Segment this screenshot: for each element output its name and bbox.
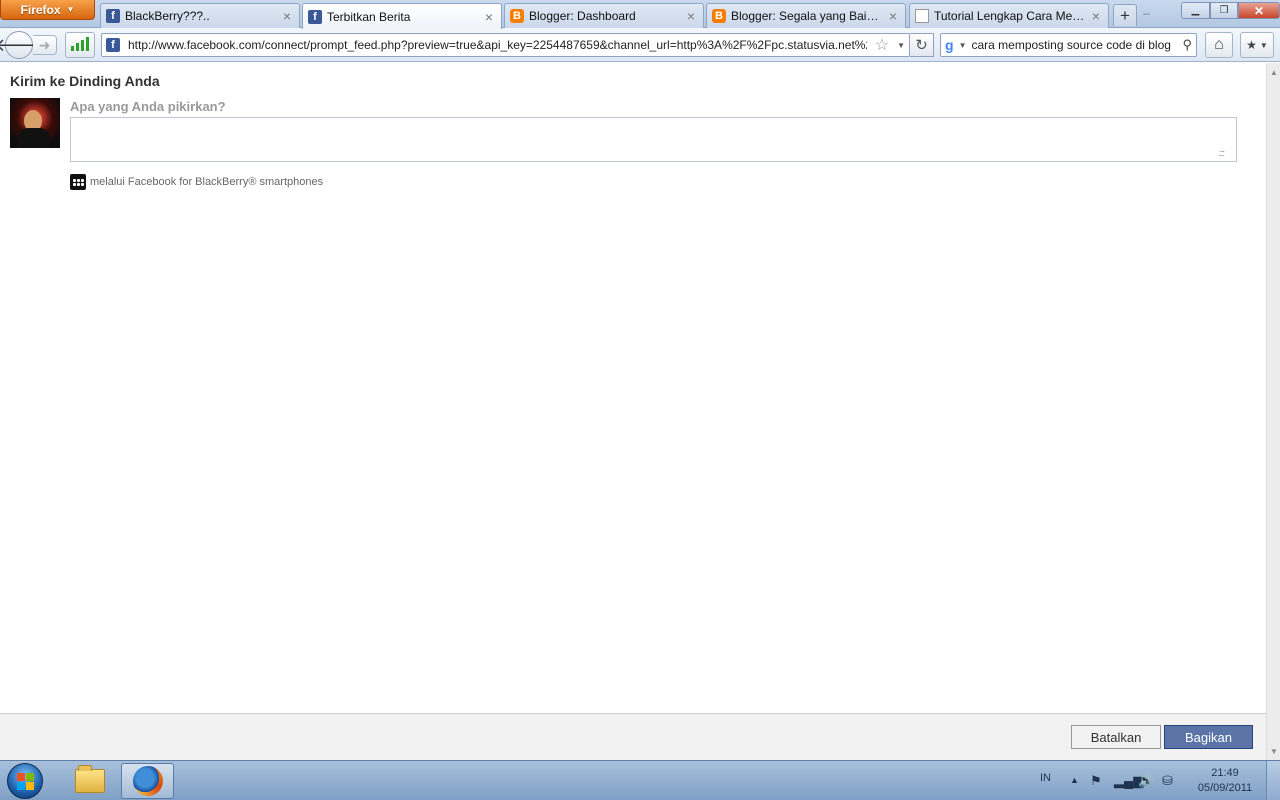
page-icon: [915, 9, 929, 23]
tab-label: Terbitkan Berita: [327, 9, 411, 24]
signal-bar-icon: [86, 37, 89, 51]
close-icon[interactable]: ×: [281, 8, 293, 24]
facebook-icon: f: [106, 38, 120, 52]
blackberry-icon: [70, 174, 86, 190]
tab-label: Blogger: Dashboard: [529, 9, 636, 23]
facebook-icon: f: [106, 9, 120, 23]
taskbar-firefox-button[interactable]: [121, 763, 174, 799]
usb-device-icon[interactable]: ⛁: [1162, 773, 1173, 789]
navigation-toolbar: 🡐 ➜ f http://www.facebook.com/connect/pr…: [0, 28, 1280, 62]
bookmarks-icon: ★: [1246, 38, 1257, 52]
status-textarea[interactable]: [70, 117, 1237, 162]
taskbar-explorer-button[interactable]: [63, 763, 116, 799]
tab-terbitkan-berita[interactable]: f Terbitkan Berita ×: [302, 3, 502, 29]
blogger-icon: B: [510, 9, 524, 23]
arrow-right-icon: ➜: [38, 36, 51, 53]
windows-logo-icon: [7, 763, 43, 799]
minimize-button[interactable]: ▁: [1181, 2, 1210, 19]
signal-bar-icon: [71, 46, 74, 51]
signal-bar-icon: [76, 43, 79, 51]
close-icon[interactable]: ×: [887, 8, 899, 24]
chevron-down-icon: ▼: [66, 5, 75, 14]
tab-list-button[interactable]: –: [1143, 6, 1150, 20]
reload-icon: ↻: [915, 37, 928, 54]
start-button[interactable]: [3, 761, 47, 800]
via-text: melalui Facebook for BlackBerry® smartph…: [90, 176, 324, 188]
close-icon[interactable]: ×: [483, 9, 495, 25]
clock[interactable]: 21:49 05/09/2011: [1190, 766, 1260, 796]
facebook-icon: f: [308, 9, 322, 24]
show-desktop-button[interactable]: [1266, 761, 1280, 800]
url-bar[interactable]: f http://www.facebook.com/connect/prompt…: [101, 33, 910, 57]
cancel-button[interactable]: Batalkan: [1071, 725, 1161, 749]
plus-icon: +: [1120, 5, 1130, 25]
tab-tutorial-lengkap[interactable]: Tutorial Lengkap Cara Mem... ×: [909, 3, 1109, 28]
signal-addon-button[interactable]: [65, 32, 95, 58]
close-window-button[interactable]: ✕: [1238, 2, 1280, 19]
firefox-icon: [132, 766, 163, 796]
dash-icon: –: [1143, 6, 1150, 20]
tab-label: Blogger: Segala yang Baik d...: [731, 9, 882, 23]
scroll-down-icon[interactable]: ▼: [1267, 744, 1280, 758]
home-icon: ⌂: [1214, 36, 1224, 53]
url-text[interactable]: http://www.facebook.com/connect/prompt_f…: [128, 38, 867, 52]
reload-button[interactable]: ↻: [910, 33, 934, 57]
clock-date: 05/09/2011: [1197, 782, 1253, 794]
firefox-menu-button[interactable]: Firefox ▼: [0, 0, 95, 20]
tab-blackberry[interactable]: f BlackBerry???.. ×: [100, 3, 300, 28]
close-icon: ✕: [1253, 3, 1265, 18]
google-icon[interactable]: g: [945, 37, 954, 53]
share-button[interactable]: Bagikan: [1164, 725, 1253, 749]
language-indicator[interactable]: IN: [1040, 772, 1051, 784]
tab-blogger-dashboard[interactable]: B Blogger: Dashboard ×: [504, 3, 704, 28]
minimize-icon: ▁: [1191, 5, 1200, 16]
volume-icon[interactable]: 🔊: [1138, 773, 1154, 789]
tab-blogger-segala[interactable]: B Blogger: Segala yang Baik d... ×: [706, 3, 906, 28]
home-button[interactable]: ⌂: [1205, 32, 1233, 58]
chevron-down-icon[interactable]: ▼: [897, 41, 905, 50]
back-button[interactable]: 🡐: [0, 31, 43, 59]
tab-label: Tutorial Lengkap Cara Mem...: [934, 9, 1085, 23]
bookmarks-button[interactable]: ★ ▼: [1240, 32, 1274, 58]
tab-strip: Firefox ▼ f BlackBerry???.. × f Terbitka…: [0, 0, 1280, 29]
page-content: Kirim ke Dinding Anda Apa yang Anda piki…: [0, 63, 1266, 760]
action-center-icon[interactable]: ⚑: [1090, 773, 1102, 789]
page-title: Kirim ke Dinding Anda: [10, 73, 160, 89]
vertical-scrollbar[interactable]: ▲ ▼: [1266, 63, 1280, 760]
firefox-menu-label: Firefox: [20, 2, 61, 17]
show-hidden-icons-icon[interactable]: ▲: [1070, 775, 1079, 785]
via-attribution: melalui Facebook for BlackBerry® smartph…: [70, 174, 323, 190]
taskbar: IN ▲ ⚑ ▂▄▆ 🔊 ⛁ 21:49 05/09/2011: [0, 760, 1280, 800]
resize-grip-icon[interactable]: .:::: [1218, 148, 1225, 158]
restore-button[interactable]: ❐: [1210, 2, 1238, 19]
chevron-down-icon[interactable]: ▼: [959, 41, 967, 50]
signal-bar-icon: [81, 40, 84, 51]
blogger-icon: B: [712, 9, 726, 23]
restore-icon: ❐: [1219, 5, 1229, 16]
search-icon[interactable]: ⚲: [1182, 37, 1192, 53]
clock-time: 21:49: [1211, 767, 1239, 779]
search-bar[interactable]: g ▼ ⚲: [940, 33, 1197, 57]
folder-icon: [74, 765, 105, 793]
status-prompt-label: Apa yang Anda pikirkan?: [70, 99, 226, 114]
dialog-footer: Batalkan Bagikan: [0, 713, 1266, 760]
avatar: [10, 98, 60, 148]
chevron-down-icon: ▼: [1259, 40, 1268, 50]
bookmark-star-icon[interactable]: ☆: [875, 35, 889, 55]
close-icon[interactable]: ×: [1090, 8, 1102, 24]
scroll-up-icon[interactable]: ▲: [1267, 65, 1280, 79]
search-input[interactable]: [971, 38, 1178, 52]
new-tab-button[interactable]: +: [1113, 4, 1137, 26]
avatar-body: [18, 128, 50, 148]
tab-label: BlackBerry???..: [125, 9, 210, 23]
forward-button[interactable]: ➜: [33, 35, 57, 55]
close-icon[interactable]: ×: [685, 8, 697, 24]
